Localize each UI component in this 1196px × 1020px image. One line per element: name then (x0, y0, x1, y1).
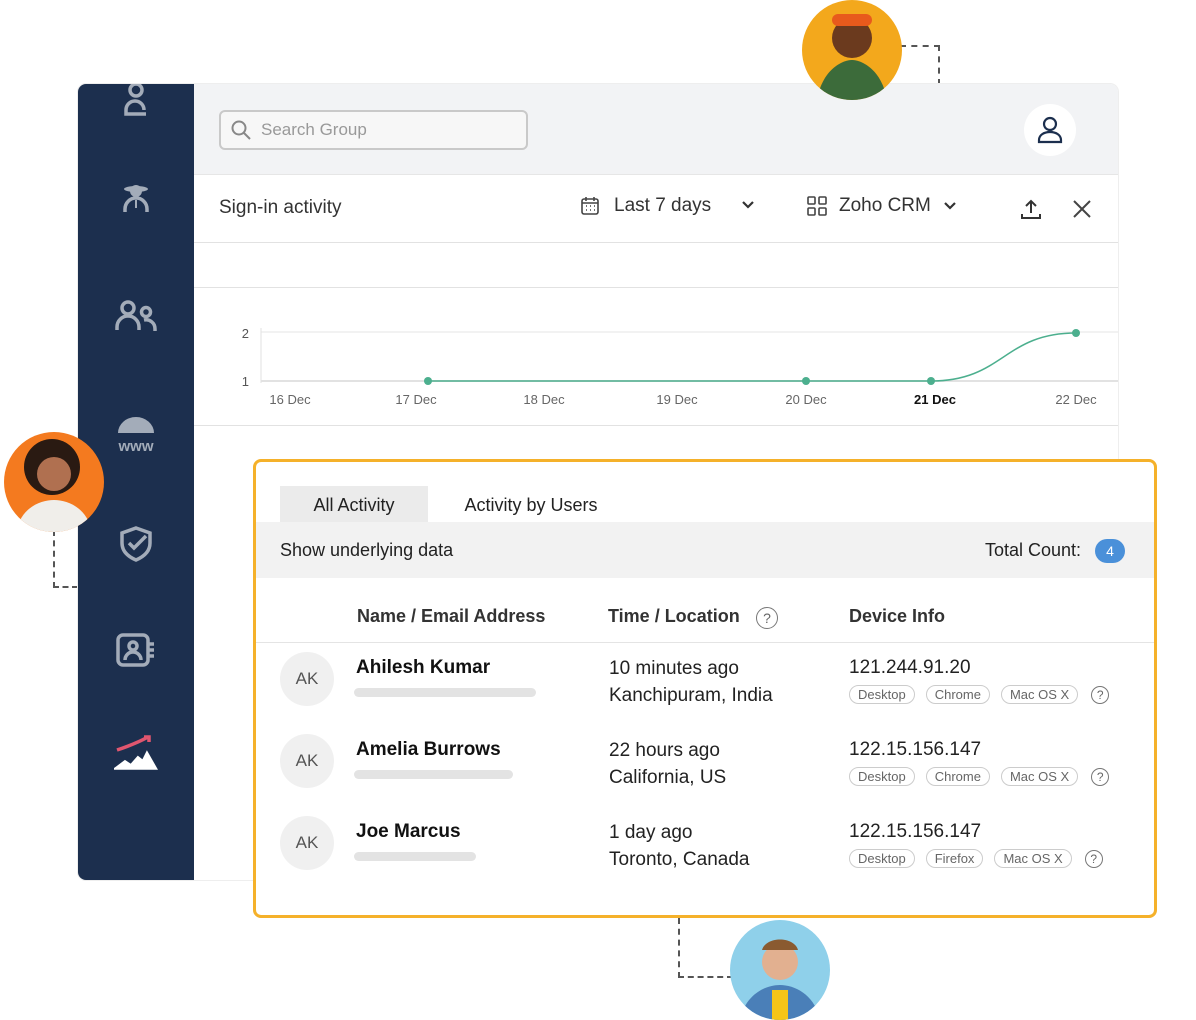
help-icon[interactable]: ? (1091, 767, 1110, 786)
help-icon[interactable]: ? (1091, 685, 1110, 704)
search-input[interactable]: Search Group (219, 110, 528, 150)
location: Toronto, Canada (609, 849, 750, 870)
users-group-icon[interactable] (112, 292, 160, 340)
device-tag: Mac OS X (994, 849, 1072, 868)
email-placeholder-bar (354, 770, 513, 779)
user-photo-avatar (802, 0, 902, 100)
device-tag: Desktop (849, 685, 915, 704)
user-name[interactable]: Amelia Burrows (356, 739, 501, 761)
date-range-dropdown[interactable]: Last 7 days (580, 195, 755, 217)
export-icon[interactable] (1020, 198, 1042, 220)
user-icon (1037, 116, 1063, 144)
device-tag: Firefox (925, 849, 984, 868)
ip-address: 121.244.91.20 (849, 657, 971, 678)
x-tick-label: 22 Dec (1055, 392, 1097, 407)
underlying-data-bar: Show underlying data Total Count: 4 (256, 522, 1154, 578)
data-point (424, 377, 432, 385)
divider (256, 642, 1154, 643)
device-tag: Chrome (925, 767, 990, 786)
tab-all-activity[interactable]: All Activity (280, 486, 428, 524)
total-count-badge: 4 (1095, 539, 1125, 563)
id-card-icon[interactable] (112, 627, 160, 675)
avatar: AK (280, 816, 334, 870)
device-tag: Mac OS X (1000, 685, 1079, 704)
column-header-time: Time / Location (608, 606, 740, 626)
y-tick-label: 2 (242, 326, 249, 341)
show-underlying-data-link[interactable]: Show underlying data (280, 540, 453, 561)
time-ago: 22 hours ago (609, 740, 720, 761)
data-point (802, 377, 810, 385)
connector-line (53, 530, 78, 588)
line-chart: 1 2 16 Dec 17 Dec 18 Dec 19 Dec 20 Dec 21 Dec 22… (242, 326, 1118, 407)
admin-user-icon[interactable] (112, 174, 160, 222)
data-point (927, 377, 935, 385)
toolbar: Sign-in activity Last 7 days Zoho CRM (194, 175, 1118, 243)
x-tick-label: 16 Dec (269, 392, 311, 407)
series-line (428, 332, 1077, 382)
profile-button[interactable] (1024, 104, 1076, 156)
email-placeholder-bar (354, 688, 536, 697)
svg-text:www: www (117, 438, 153, 455)
connector-line (900, 45, 940, 85)
activity-panel: All Activity Activity by Users Show unde… (253, 459, 1157, 918)
grid-apps-icon (807, 196, 827, 216)
chevron-down-icon (742, 201, 754, 209)
search-icon (231, 120, 251, 140)
device-tag: Mac OS X (1000, 767, 1079, 786)
tab-activity-by-users[interactable]: Activity by Users (446, 486, 616, 524)
date-range-label: Last 7 days (614, 195, 712, 216)
calendar-icon (581, 197, 599, 215)
user-photo-avatar (730, 920, 830, 1020)
search-placeholder: Search Group (261, 120, 367, 139)
help-icon[interactable]: ? (756, 607, 778, 629)
user-name[interactable]: Ahilesh Kumar (356, 657, 490, 679)
app-label: Zoho CRM (839, 195, 931, 216)
time-ago: 1 day ago (609, 822, 693, 843)
ip-address: 122.15.156.147 (849, 739, 982, 760)
time-ago: 10 minutes ago (609, 658, 739, 679)
x-tick-label: 17 Dec (395, 392, 437, 407)
avatar: AK (280, 652, 334, 706)
header-bar: Search Group (194, 84, 1118, 175)
close-icon[interactable] (1073, 200, 1091, 218)
column-header-name: Name / Email Address (357, 606, 546, 626)
x-tick-label: 18 Dec (523, 392, 565, 407)
x-tick-label: 19 Dec (656, 392, 698, 407)
help-icon[interactable]: ? (1084, 849, 1103, 868)
user-icon[interactable] (112, 84, 160, 124)
shield-check-icon[interactable] (112, 520, 160, 568)
x-tick-label: 20 Dec (785, 392, 827, 407)
device-tag: Chrome (925, 685, 990, 704)
x-tick-label: 21 Dec (914, 392, 956, 407)
location: Kanchipuram, India (609, 685, 773, 706)
analytics-trend-icon[interactable] (112, 730, 160, 778)
avatar: AK (280, 734, 334, 788)
data-point (1072, 329, 1080, 337)
total-count-label: Total Count: (985, 540, 1082, 560)
sign-in-chart: 1 2 16 Dec 17 Dec 18 Dec 19 Dec 20 Dec 21 Dec 22… (194, 287, 1118, 426)
chevron-down-icon (944, 202, 956, 210)
y-tick-label: 1 (242, 374, 249, 389)
column-header-device: Device Info (849, 606, 946, 626)
connector-line (678, 918, 733, 978)
ip-address: 122.15.156.147 (849, 821, 982, 842)
device-tag: Desktop (849, 849, 915, 868)
page-title: Sign-in activity (219, 197, 342, 218)
user-photo-avatar (4, 432, 104, 532)
location: California, US (609, 767, 727, 788)
user-name[interactable]: Joe Marcus (356, 821, 461, 843)
email-placeholder-bar (354, 852, 476, 861)
app-dropdown[interactable]: Zoho CRM (807, 195, 957, 217)
device-tag: Desktop (849, 767, 915, 786)
www-globe-icon[interactable]: www (112, 409, 160, 457)
